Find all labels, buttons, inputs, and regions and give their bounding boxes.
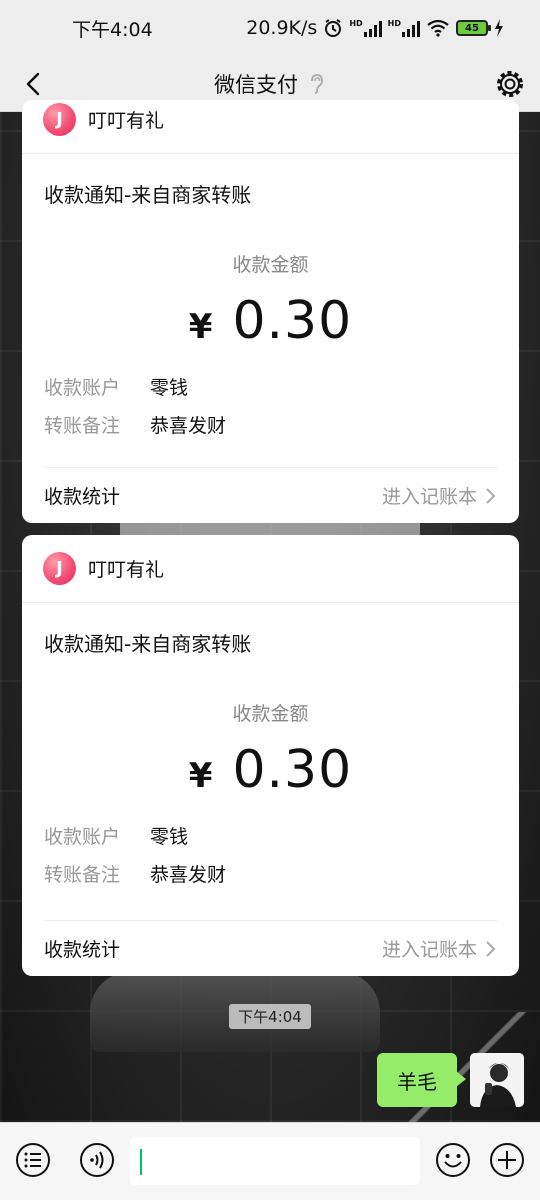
battery-level: 45 <box>465 22 479 34</box>
detail-value: 恭喜发财 <box>150 414 227 437</box>
voice-icon[interactable] <box>78 1141 116 1179</box>
status-indicators: 20.9K/s HD HD 45 <box>246 17 504 39</box>
amount-label: 收款金额 <box>232 254 309 276</box>
detail-key: 转账备注 <box>44 863 121 886</box>
alarm-icon <box>325 19 342 37</box>
message-input[interactable] <box>130 1137 420 1185</box>
payment-card[interactable]: J 叮叮有礼 收款通知-来自商家转账 收款金额 ¥ 0.30 收款账户 零钱 转… <box>22 535 519 976</box>
message-bubble[interactable]: 羊毛 <box>377 1053 466 1107</box>
amount-value: 0.30 <box>232 291 353 351</box>
detail-value: 恭喜发财 <box>150 863 227 886</box>
card-subtitle: 收款通知-来自商家转账 <box>44 632 252 656</box>
plus-icon[interactable] <box>488 1141 526 1179</box>
detail-row: 收款账户 零钱 <box>44 367 519 405</box>
charging-icon <box>495 19 503 37</box>
network-speed: 20.9K/s <box>246 17 318 39</box>
detail-key: 转账备注 <box>44 414 121 437</box>
chevron-right-icon <box>486 487 496 504</box>
brand-name: 叮叮有礼 <box>88 559 165 581</box>
card-header: J 叮叮有礼 <box>22 86 519 154</box>
card-footer[interactable]: 收款统计 进入记账本 <box>44 920 497 976</box>
stats-label: 收款统计 <box>44 486 121 508</box>
amount-label: 收款金额 <box>232 703 309 725</box>
emoji-icon[interactable] <box>434 1141 472 1179</box>
message-timestamp: 下午4:04 <box>229 1004 311 1029</box>
card-footer[interactable]: 收款统计 进入记账本 <box>44 467 497 523</box>
currency-symbol: ¥ <box>188 307 213 347</box>
chevron-right-icon <box>486 940 496 957</box>
battery-icon: 45 <box>456 20 491 36</box>
input-bar <box>0 1122 540 1200</box>
detail-key: 收款账户 <box>44 825 121 848</box>
status-time: 下午4:04 <box>72 18 153 41</box>
menu-icon[interactable] <box>14 1141 52 1179</box>
ledger-link-text: 进入记账本 <box>381 939 477 961</box>
text-cursor <box>140 1149 142 1175</box>
detail-row: 转账备注 恭喜发财 <box>44 854 519 892</box>
brand-logo-text: J <box>56 558 63 579</box>
ledger-link-text: 进入记账本 <box>381 486 477 508</box>
status-bar: 下午4:04 20.9K/s HD HD 45 <box>0 0 540 56</box>
amount: ¥ 0.30 <box>22 291 519 351</box>
detail-key: 收款账户 <box>44 376 121 399</box>
signal-icon-2: HD <box>388 19 420 37</box>
card-content: J 叮叮有礼 收款通知-来自商家转账 收款金额 ¥ 0.30 收款账户 零钱 转… <box>22 86 519 443</box>
brand-name: 叮叮有礼 <box>88 110 165 132</box>
brand-logo-text: J <box>56 109 63 130</box>
detail-row: 转账备注 恭喜发财 <box>44 405 519 443</box>
detail-value: 零钱 <box>150 376 189 399</box>
ledger-link[interactable]: 进入记账本 <box>382 482 497 509</box>
ledger-link[interactable]: 进入记账本 <box>382 935 497 962</box>
amount-value: 0.30 <box>232 740 353 800</box>
detail-rows: 收款账户 零钱 转账备注 恭喜发财 <box>22 367 519 443</box>
avatar-image <box>470 1053 524 1107</box>
brand-logo: J <box>43 552 76 585</box>
card-header: J 叮叮有礼 <box>22 535 519 603</box>
brand-logo: J <box>43 103 76 136</box>
avatar[interactable] <box>470 1053 524 1107</box>
stats-label: 收款统计 <box>44 939 121 961</box>
currency-symbol: ¥ <box>188 756 213 796</box>
payment-card[interactable]: J 叮叮有礼 收款通知-来自商家转账 收款金额 ¥ 0.30 收款账户 零钱 转… <box>22 100 519 523</box>
detail-row: 收款账户 零钱 <box>44 816 519 854</box>
signal-icon: HD <box>349 19 382 37</box>
amount: ¥ 0.30 <box>22 740 519 800</box>
wifi-icon <box>427 19 449 37</box>
card-subtitle: 收款通知-来自商家转账 <box>44 183 252 207</box>
detail-rows: 收款账户 零钱 转账备注 恭喜发财 <box>22 816 519 892</box>
detail-value: 零钱 <box>150 825 189 848</box>
